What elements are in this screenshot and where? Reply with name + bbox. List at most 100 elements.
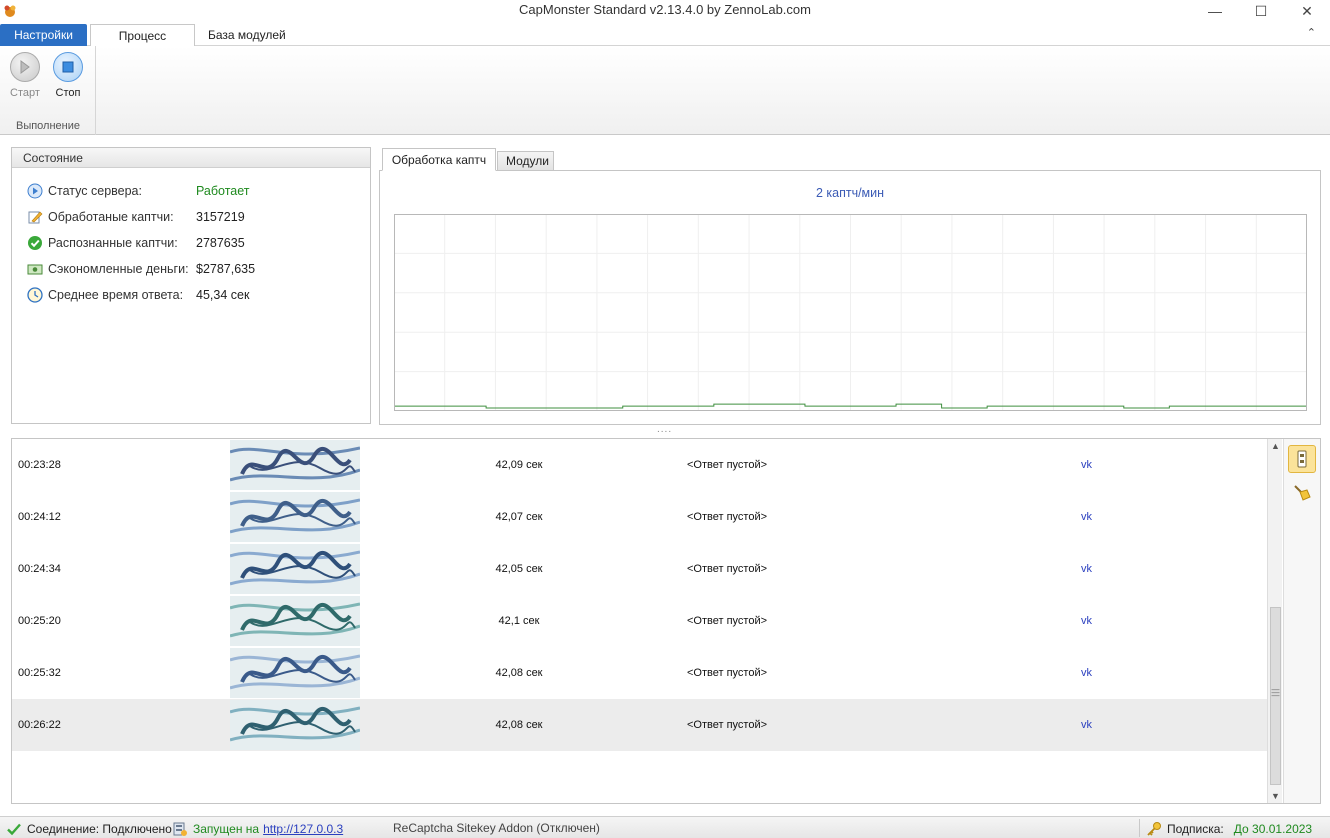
stat-label: Среднее время ответа: <box>48 288 184 302</box>
log-row[interactable]: 00:25:32 42,08 сек <Ответ пустой> vk <box>12 647 1267 699</box>
tab-process[interactable]: Процесс работы <box>90 24 195 65</box>
stat-label: Обработаные каптчи: <box>48 210 174 224</box>
log-scrollbar[interactable]: ▲ — — — ▼ <box>1267 439 1282 803</box>
start-button[interactable]: Старт <box>5 52 45 99</box>
edit-icon <box>28 211 43 224</box>
log-answer: <Ответ пустой> <box>687 615 768 627</box>
log-duration: 42,1 сек <box>498 615 540 627</box>
stat-avg-response: Среднее время ответа: 45,34 сек <box>27 285 249 305</box>
clock-icon <box>27 287 43 303</box>
tab-modules[interactable]: Модули <box>497 151 554 171</box>
maximize-icon: ☐ <box>1254 2 1268 19</box>
scroll-up-icon[interactable]: ▲ <box>1268 441 1283 451</box>
stop-label: Стоп <box>55 87 81 99</box>
stop-button[interactable]: Стоп <box>48 52 88 99</box>
captcha-image <box>230 596 360 646</box>
log-answer: <Ответ пустой> <box>687 459 768 471</box>
ribbon-body: Старт Стоп Выполнение <box>0 46 1330 135</box>
stat-value: Работает <box>196 184 250 198</box>
start-label: Старт <box>10 87 40 99</box>
scroll-thumb[interactable]: — — — <box>1270 607 1281 785</box>
title-bar: CapMonster Standard v2.13.4.0 by ZennoLa… <box>0 0 1330 22</box>
log-rows: 00:23:28 42,09 сек <Ответ пустой> vk 00:24:1… <box>12 439 1267 751</box>
splitter-grip[interactable]: .... <box>657 425 673 435</box>
stat-server-status: Статус сервера: Работает <box>27 181 250 201</box>
chart-panel: 2 каптч/мин <box>379 170 1321 425</box>
check-circle-icon <box>28 236 42 250</box>
log-module: vk <box>1081 719 1092 731</box>
clear-broom-icon[interactable] <box>1292 483 1312 503</box>
captcha-rate-chart <box>394 214 1307 411</box>
stat-value: 3157219 <box>196 210 245 224</box>
log-panel: 00:23:28 42,09 сек <Ответ пустой> vk 00:24:1… <box>11 438 1321 804</box>
log-time: 00:25:32 <box>18 667 61 679</box>
autoscroll-icon <box>1297 450 1307 468</box>
connection-text: Соединение: Подключено <box>27 822 172 836</box>
stop-icon <box>53 52 83 82</box>
log-time: 00:23:28 <box>18 459 61 471</box>
log-row[interactable]: 00:24:34 42,05 сек <Ответ пустой> vk <box>12 543 1267 595</box>
minimize-icon: — <box>1208 3 1222 19</box>
running-prefix: Запущен на <box>193 822 260 836</box>
captcha-image <box>230 440 360 490</box>
status-connection: Соединение: Подключено <box>6 821 172 837</box>
ribbon-tabs: Настройки Процесс работы База модулей ⌃ <box>0 22 1330 65</box>
log-time: 00:26:22 <box>18 719 61 731</box>
log-answer: <Ответ пустой> <box>687 719 768 731</box>
play-circle-icon <box>27 183 43 199</box>
server-icon <box>173 822 187 836</box>
stat-saved-money: Сэкономленные деньги: $2787,635 <box>27 259 255 279</box>
log-row[interactable]: 00:24:12 42,07 сек <Ответ пустой> vk <box>12 491 1267 543</box>
check-icon <box>7 823 21 836</box>
server-url-link[interactable]: http://127.0.0.3 <box>263 822 343 836</box>
log-module: vk <box>1081 667 1092 679</box>
stat-value: 2787635 <box>196 236 245 250</box>
log-time: 00:24:34 <box>18 563 61 575</box>
log-duration: 42,09 сек <box>495 459 543 471</box>
state-panel-header: Состояние <box>12 148 370 168</box>
scroll-down-icon[interactable]: ▼ <box>1268 791 1283 801</box>
captcha-image <box>230 648 360 698</box>
log-module: vk <box>1081 511 1092 523</box>
money-icon <box>27 264 43 275</box>
log-module: vk <box>1081 459 1092 471</box>
state-panel: Состояние Статус сервера: Работает Обраб… <box>11 147 371 424</box>
log-time: 00:25:20 <box>18 615 61 627</box>
subscription-label: Подписка: <box>1167 822 1224 836</box>
chart-title: 2 каптч/мин <box>815 186 885 200</box>
log-module: vk <box>1081 615 1092 627</box>
minimize-button[interactable]: — <box>1192 0 1238 22</box>
captcha-image <box>230 492 360 542</box>
status-separator <box>1139 819 1140 837</box>
tab-modules-database[interactable]: База модулей <box>198 24 296 46</box>
close-icon: ✕ <box>1301 2 1313 19</box>
stat-processed: Обработаные каптчи: 3157219 <box>27 207 245 227</box>
status-running: Запущен на http://127.0.0.3 <box>172 821 343 837</box>
scroll-grip-icon: — — — <box>1271 685 1280 700</box>
captcha-image <box>230 544 360 594</box>
stat-label: Сэкономленные деньги: <box>48 262 189 276</box>
status-bar: Соединение: Подключено Запущен на http:/… <box>0 816 1330 838</box>
log-duration: 42,08 сек <box>495 667 543 679</box>
ribbon-group-execution: Старт Стоп Выполнение <box>0 46 96 135</box>
log-duration: 42,07 сек <box>495 511 543 523</box>
log-answer: <Ответ пустой> <box>687 563 768 575</box>
tab-captcha-processing[interactable]: Обработка каптч <box>382 148 496 171</box>
log-duration: 42,05 сек <box>495 563 543 575</box>
stat-value: $2787,635 <box>196 262 256 276</box>
log-row[interactable]: 00:26:22 42,08 сек <Ответ пустой> vk <box>12 699 1267 751</box>
status-subscription: Подписка: До 30.01.2023 <box>1146 821 1312 837</box>
play-icon <box>10 52 40 82</box>
stat-label: Распознанные каптчи: <box>48 236 178 250</box>
key-icon <box>1147 822 1161 836</box>
close-button[interactable]: ✕ <box>1284 0 1330 22</box>
captcha-image <box>230 700 360 750</box>
log-row[interactable]: 00:25:20 42,1 сек <Ответ пустой> vk <box>12 595 1267 647</box>
ribbon-collapse-icon[interactable]: ⌃ <box>1307 26 1316 39</box>
log-time: 00:24:12 <box>18 511 61 523</box>
maximize-button[interactable]: ☐ <box>1238 0 1284 22</box>
autoscroll-button[interactable] <box>1288 445 1316 473</box>
tab-settings[interactable]: Настройки <box>0 24 87 46</box>
log-row[interactable]: 00:23:28 42,09 сек <Ответ пустой> vk <box>12 439 1267 491</box>
status-recaptcha-addon: ReCaptcha Sitekey Addon (Отключен) <box>393 821 600 835</box>
